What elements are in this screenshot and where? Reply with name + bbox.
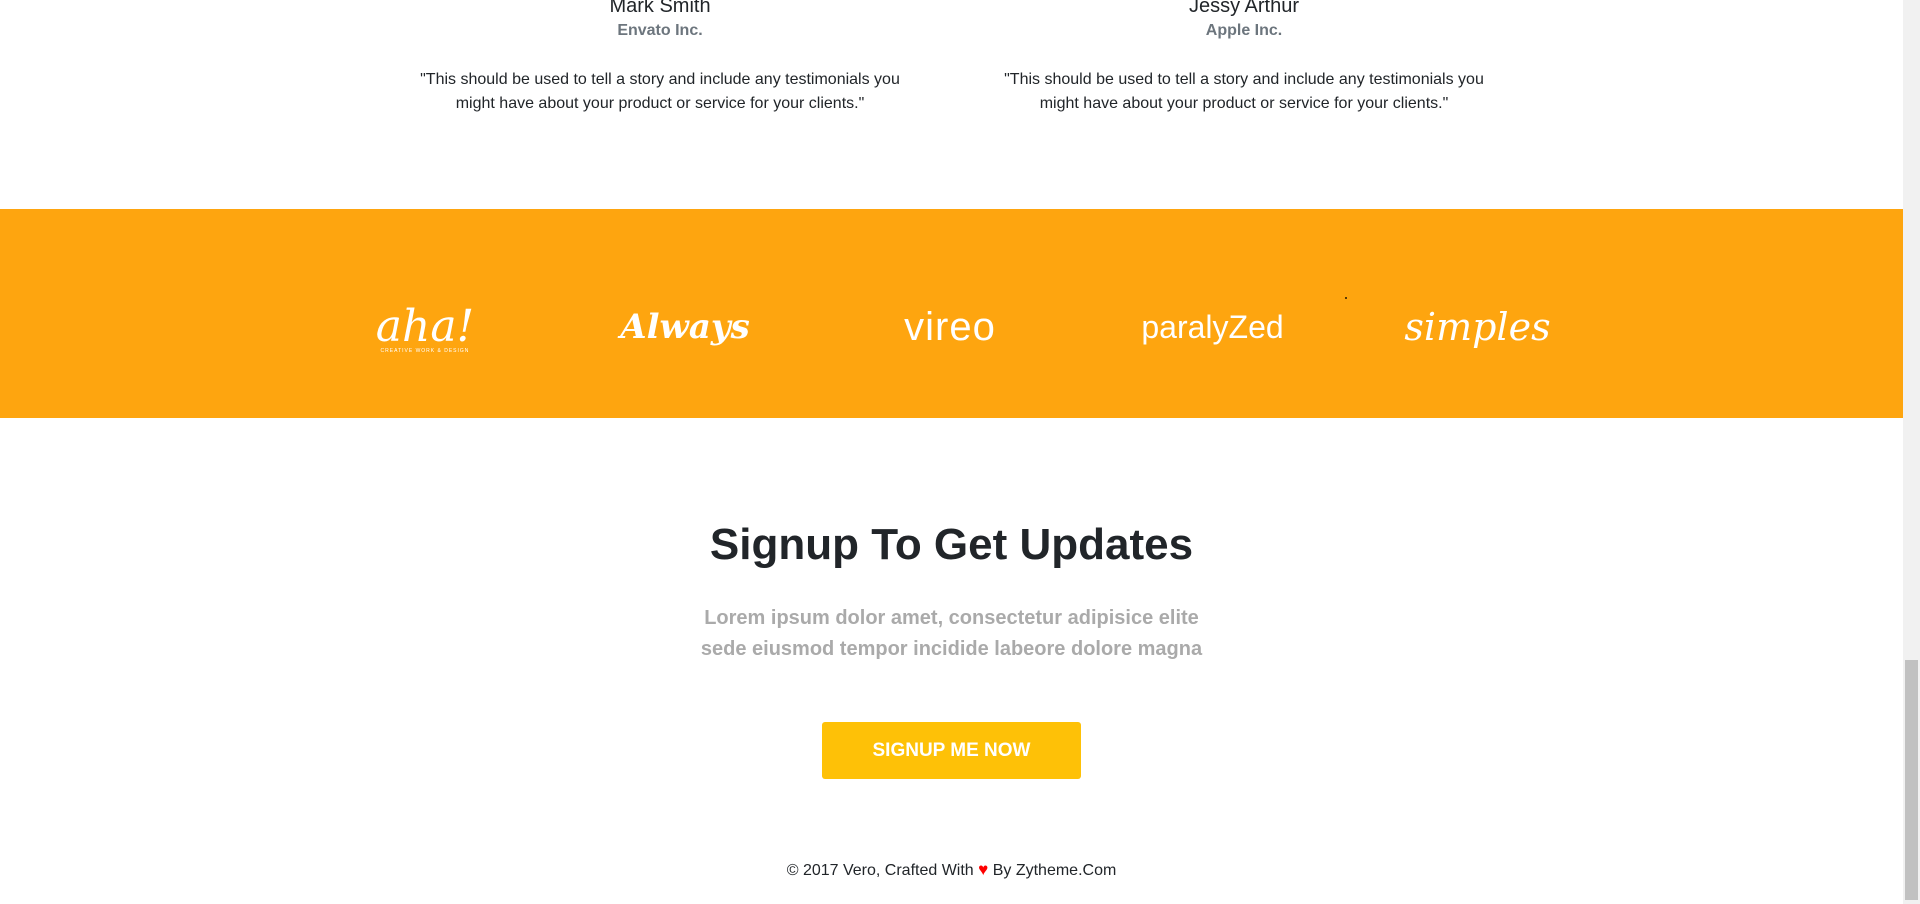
vireo-logo-icon: vireo [904, 304, 996, 349]
testimonial-name: Mark Smith [609, 0, 711, 17]
signup-subtitle-line: Lorem ipsum dolor amet, consectetur adip… [704, 607, 1199, 629]
footer-text: By Zytheme.Com [992, 862, 1117, 879]
testimonial-company: Apple Inc. [1205, 22, 1283, 39]
simples-logo-icon: simples [1404, 305, 1551, 349]
signup-section: Signup To Get Updates Lorem ipsum dolor … [0, 418, 1903, 904]
stray-pixel [1345, 297, 1347, 299]
signup-title: Signup To Get Updates [709, 520, 1194, 569]
testimonial-card: Jessy Arthur Apple Inc. "This should be … [994, 0, 1494, 116]
heart-icon: ♥ [978, 860, 989, 879]
testimonial-company: Envato Inc. [617, 22, 703, 39]
testimonials-section: Mark Smith Envato Inc. "This should be u… [0, 0, 1903, 209]
page: Mark Smith Envato Inc. "This should be u… [0, 0, 1903, 904]
scrollbar[interactable] [1903, 0, 1920, 904]
footer-credit: © 2017 Vero, Crafted With ♥ By Zytheme.C… [0, 860, 1903, 881]
testimonial-quote: "This should be used to tell a story and… [420, 71, 900, 112]
signup-subtitle: Lorem ipsum dolor amet, consectetur adip… [0, 603, 1903, 665]
paralyzed-logo-icon: paralyZed [1141, 308, 1284, 345]
brands-strip: aha! CREATIVE WORK & DESIGN Always vireo… [0, 209, 1903, 418]
testimonial-quote: "This should be used to tell a story and… [1004, 71, 1484, 112]
footer-text: © 2017 Vero, Crafted With [786, 862, 974, 879]
testimonial-card: Mark Smith Envato Inc. "This should be u… [410, 0, 910, 116]
testimonial-name: Jessy Arthur [1188, 0, 1300, 17]
aha-logo-icon: aha! CREATIVE WORK & DESIGN [375, 300, 475, 354]
scrollbar-thumb[interactable] [1905, 660, 1918, 900]
signup-button[interactable]: SIGNUP ME NOW [822, 722, 1081, 779]
always-logo-icon: Always [620, 307, 750, 347]
signup-subtitle-line: sede eiusmod tempor incidide labeore dol… [700, 638, 1203, 660]
